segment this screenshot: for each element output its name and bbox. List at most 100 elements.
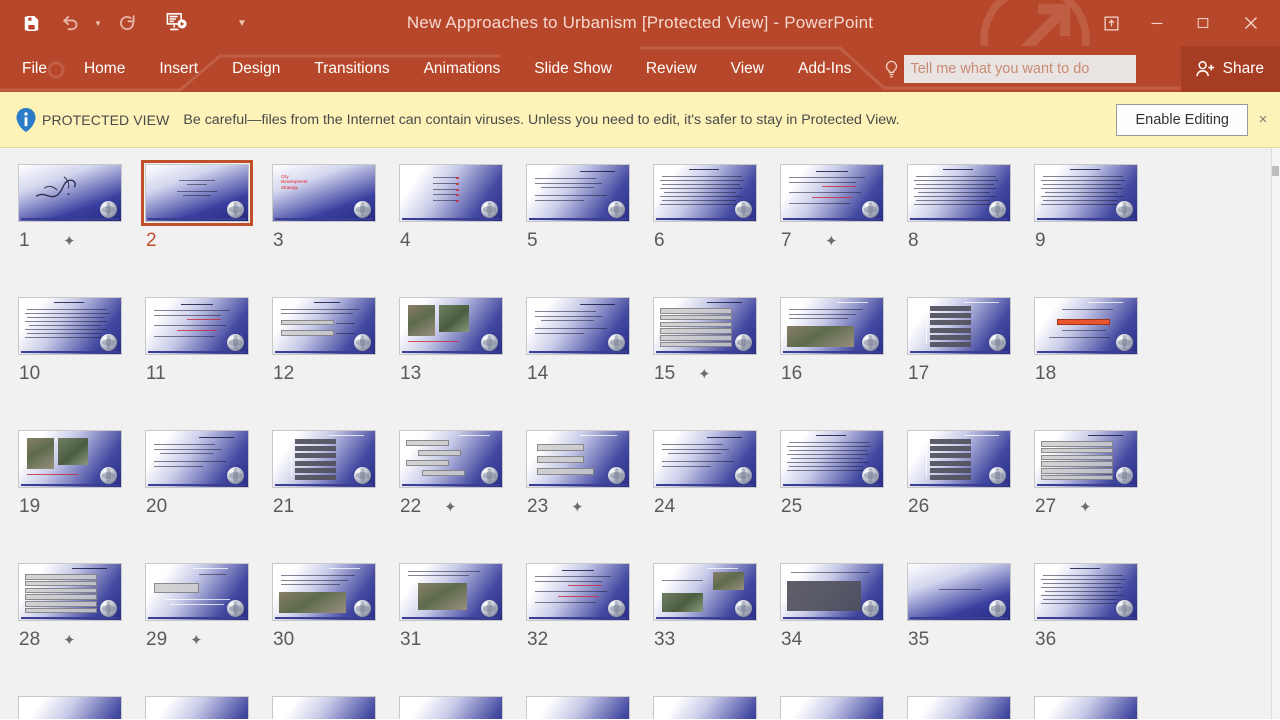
slide-thumbnail-43[interactable] bbox=[776, 692, 888, 719]
slide-thumbnail-15[interactable] bbox=[649, 293, 761, 359]
slide-thumbnail-29[interactable] bbox=[141, 559, 253, 625]
slide-thumbnail-11[interactable] bbox=[141, 293, 253, 359]
close-icon[interactable] bbox=[1226, 0, 1276, 46]
tab-review[interactable]: Review bbox=[629, 46, 714, 92]
minimize-icon[interactable] bbox=[1134, 0, 1180, 46]
slide-cell[interactable]: 33 bbox=[649, 559, 776, 692]
tab-insert[interactable]: Insert bbox=[142, 46, 215, 92]
slide-cell[interactable]: 12 bbox=[268, 293, 395, 426]
slide-thumbnail-17[interactable] bbox=[903, 293, 1015, 359]
slide-cell[interactable]: 4 bbox=[395, 160, 522, 293]
slide-cell[interactable]: 45 bbox=[1030, 692, 1157, 719]
slide-cell[interactable]: 2 bbox=[141, 160, 268, 293]
slide-cell[interactable]: 6 bbox=[649, 160, 776, 293]
slide-thumbnail-31[interactable] bbox=[395, 559, 507, 625]
slide-thumbnail-7[interactable] bbox=[776, 160, 888, 226]
tab-file[interactable]: File bbox=[0, 46, 67, 92]
slide-thumbnail-30[interactable] bbox=[268, 559, 380, 625]
animation-star-icon[interactable]: ✦ bbox=[825, 232, 838, 250]
tab-add-ins[interactable]: Add-Ins bbox=[781, 46, 868, 92]
slide-cell[interactable]: 14 bbox=[522, 293, 649, 426]
slide-cell[interactable]: 11 bbox=[141, 293, 268, 426]
undo-dropdown-caret[interactable]: ▼ bbox=[90, 7, 106, 39]
slide-cell[interactable]: 10 bbox=[14, 293, 141, 426]
slide-cell[interactable]: 13 bbox=[395, 293, 522, 426]
slide-thumbnail-10[interactable] bbox=[14, 293, 126, 359]
undo-icon[interactable] bbox=[52, 7, 86, 39]
slide-cell[interactable]: 22 ✦ bbox=[395, 426, 522, 559]
tab-animations[interactable]: Animations bbox=[407, 46, 518, 92]
slide-cell[interactable]: 15 ✦ bbox=[649, 293, 776, 426]
slide-thumbnail-44[interactable] bbox=[903, 692, 1015, 719]
slide-cell[interactable]: 30 bbox=[268, 559, 395, 692]
slide-thumbnail-12[interactable] bbox=[268, 293, 380, 359]
slide-cell[interactable]: 16 bbox=[776, 293, 903, 426]
slide-cell[interactable]: 26 bbox=[903, 426, 1030, 559]
tell-me-input[interactable]: Tell me what you want to do bbox=[904, 55, 1137, 83]
save-icon[interactable] bbox=[14, 7, 48, 39]
slide-cell[interactable]: 1 ✦ bbox=[14, 160, 141, 293]
slide-thumbnail-13[interactable] bbox=[395, 293, 507, 359]
animation-star-icon[interactable]: ✦ bbox=[63, 631, 76, 649]
tab-view[interactable]: View bbox=[714, 46, 781, 92]
slide-thumbnail-23[interactable] bbox=[522, 426, 634, 492]
slide-thumbnail-6[interactable] bbox=[649, 160, 761, 226]
animation-star-icon[interactable]: ✦ bbox=[1079, 498, 1092, 516]
slide-thumbnail-19[interactable] bbox=[14, 426, 126, 492]
slide-cell[interactable]: 41 bbox=[522, 692, 649, 719]
ribbon-display-options-icon[interactable] bbox=[1088, 0, 1134, 46]
tab-slide-show[interactable]: Slide Show bbox=[517, 46, 629, 92]
slide-thumbnail-8[interactable] bbox=[903, 160, 1015, 226]
animation-star-icon[interactable]: ✦ bbox=[444, 498, 457, 516]
slide-cell[interactable]: 34 bbox=[776, 559, 903, 692]
slide-thumbnail-9[interactable] bbox=[1030, 160, 1142, 226]
slide-thumbnail-36[interactable] bbox=[1030, 559, 1142, 625]
slide-thumbnail-24[interactable] bbox=[649, 426, 761, 492]
slide-thumbnail-2[interactable] bbox=[141, 160, 253, 226]
slide-cell[interactable]: 23 ✦ bbox=[522, 426, 649, 559]
slide-cell[interactable]: 43 bbox=[776, 692, 903, 719]
slide-cell[interactable]: 31 bbox=[395, 559, 522, 692]
slide-thumbnail-1[interactable] bbox=[14, 160, 126, 226]
slide-thumbnail-16[interactable] bbox=[776, 293, 888, 359]
slide-cell[interactable]: 7 ✦ bbox=[776, 160, 903, 293]
enable-editing-button[interactable]: Enable Editing bbox=[1116, 103, 1248, 136]
slide-cell[interactable]: 42 bbox=[649, 692, 776, 719]
tab-home[interactable]: Home bbox=[67, 46, 142, 92]
slide-cell[interactable]: 44 bbox=[903, 692, 1030, 719]
share-button[interactable]: Share bbox=[1180, 46, 1280, 92]
slide-thumbnail-5[interactable] bbox=[522, 160, 634, 226]
slide-cell[interactable]: 24 bbox=[649, 426, 776, 559]
slide-thumbnail-28[interactable] bbox=[14, 559, 126, 625]
slide-cell[interactable]: 20 bbox=[141, 426, 268, 559]
slide-cell[interactable]: 19 bbox=[14, 426, 141, 559]
slide-cell[interactable]: 25 bbox=[776, 426, 903, 559]
close-banner-icon[interactable]: × bbox=[1248, 111, 1272, 128]
slide-thumbnail-27[interactable] bbox=[1030, 426, 1142, 492]
slide-thumbnail-41[interactable] bbox=[522, 692, 634, 719]
slide-thumbnail-18[interactable] bbox=[1030, 293, 1142, 359]
slide-cell[interactable]: 39 bbox=[268, 692, 395, 719]
redo-icon[interactable] bbox=[110, 7, 144, 39]
slide-thumbnail-40[interactable] bbox=[395, 692, 507, 719]
slide-cell[interactable]: 37 bbox=[14, 692, 141, 719]
scrollbar-thumb[interactable] bbox=[1272, 166, 1279, 176]
slide-cell[interactable]: 27 ✦ bbox=[1030, 426, 1157, 559]
slide-cell[interactable]: 21 bbox=[268, 426, 395, 559]
tab-transitions[interactable]: Transitions bbox=[297, 46, 406, 92]
start-presentation-icon[interactable] bbox=[160, 7, 194, 39]
slide-cell[interactable]: 38 bbox=[141, 692, 268, 719]
slide-thumbnail-14[interactable] bbox=[522, 293, 634, 359]
slide-cell[interactable]: 9 bbox=[1030, 160, 1157, 293]
slide-thumbnail-21[interactable] bbox=[268, 426, 380, 492]
slide-cell[interactable]: 8 bbox=[903, 160, 1030, 293]
slide-thumbnail-37[interactable] bbox=[14, 692, 126, 719]
animation-star-icon[interactable]: ✦ bbox=[190, 631, 203, 649]
slide-thumbnail-34[interactable] bbox=[776, 559, 888, 625]
slide-cell[interactable]: 5 bbox=[522, 160, 649, 293]
slide-thumbnail-32[interactable] bbox=[522, 559, 634, 625]
slide-thumbnail-22[interactable] bbox=[395, 426, 507, 492]
tab-design[interactable]: Design bbox=[215, 46, 297, 92]
slide-cell[interactable]: 40 bbox=[395, 692, 522, 719]
slide-sorter-pane[interactable]: 1 ✦ 2 City Development Strategy 3 4 5 6 … bbox=[0, 148, 1280, 719]
